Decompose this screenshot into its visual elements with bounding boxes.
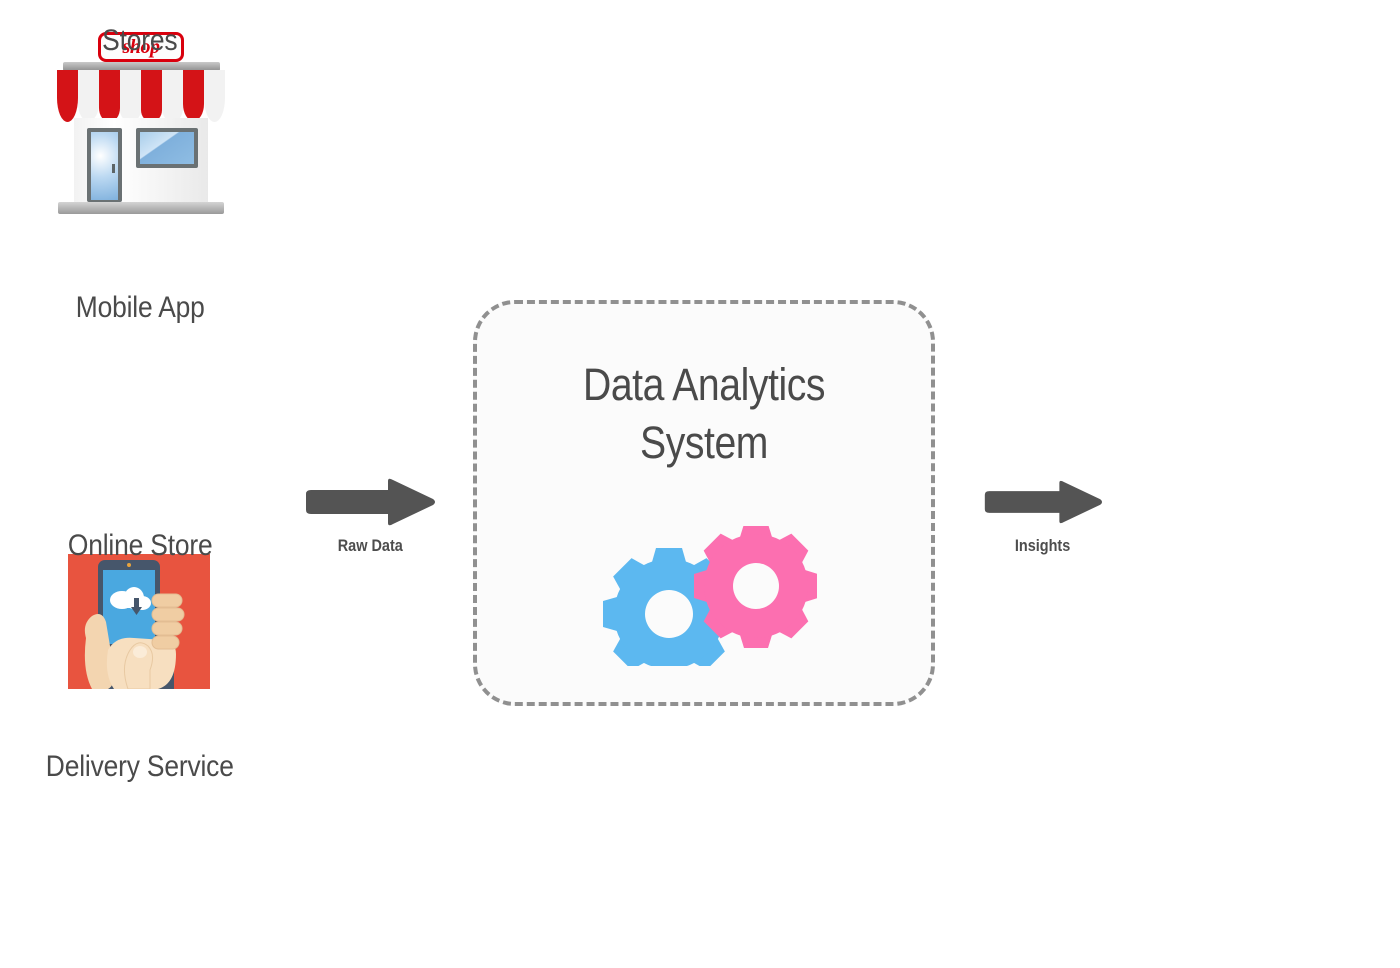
consumers-column: Store Manager Franchise Rep	[1100, 0, 1400, 968]
system-title: Data Analytics System	[507, 356, 902, 472]
source-node-delivery-service[interactable]: Delivery Delivery Service	[0, 740, 280, 784]
gear-pink-icon	[694, 524, 818, 648]
arrow-label-insights: Insights	[1015, 536, 1071, 555]
mobile-app-icon	[68, 554, 210, 689]
system-title-line2: System	[640, 417, 768, 468]
awning	[57, 70, 225, 122]
arrow-label-raw-data: Raw Data	[337, 536, 403, 555]
data-analytics-system-box[interactable]: Data Analytics System	[473, 300, 935, 706]
store-window	[136, 128, 198, 168]
store-door	[87, 128, 122, 202]
arrow-raw-data: Raw Data	[300, 478, 440, 556]
store-base	[58, 202, 224, 214]
arrow-right-icon	[306, 478, 435, 526]
arrow-insights: Insights	[978, 478, 1108, 556]
source-label-online-store: Online Store	[67, 529, 213, 562]
storefront-icon: shop	[46, 32, 234, 222]
source-label-mobile-app: Mobile App	[75, 291, 205, 324]
source-label-stores: Stores	[102, 24, 178, 57]
data-sources-column: shop Stores Mobile App Online Store Deli…	[0, 0, 290, 968]
gears-group	[597, 524, 818, 680]
arrow-right-icon	[984, 480, 1103, 524]
source-node-mobile-app[interactable]: Mobile App	[0, 277, 280, 689]
system-title-line1: Data Analytics	[583, 359, 825, 410]
source-node-online-store[interactable]: Online Store	[0, 513, 280, 563]
source-node-stores[interactable]: shop Stores	[0, 16, 280, 214]
diagram-canvas: shop Stores Mobile App Online Store Deli…	[0, 0, 1400, 968]
source-label-delivery-service: Delivery Service	[46, 750, 234, 783]
